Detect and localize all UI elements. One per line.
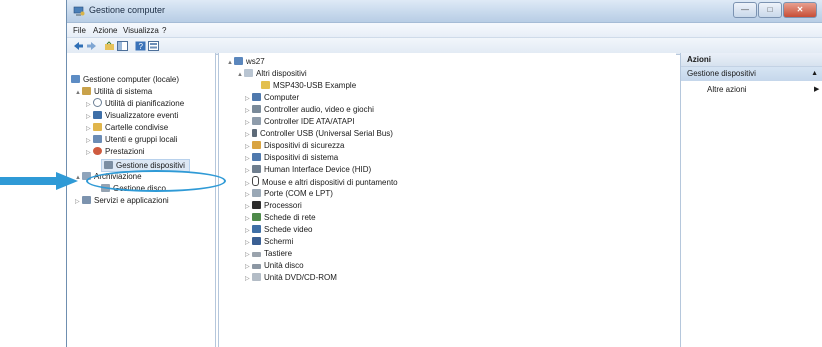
device-category-other[interactable]: ▲ Altri dispositivi bbox=[237, 68, 307, 79]
computer-icon bbox=[252, 93, 261, 101]
menu-file[interactable]: File bbox=[73, 26, 86, 35]
unknown-device-icon bbox=[244, 69, 253, 77]
menu-bar: File Azione Visualizza ? bbox=[67, 23, 822, 38]
menu-help[interactable]: ? bbox=[162, 26, 166, 35]
processor-icon bbox=[252, 201, 261, 209]
tree-item-system-tools[interactable]: ▲ Utilità di sistema bbox=[75, 86, 152, 97]
device-category-network[interactable]: ▷ Schede di rete bbox=[245, 212, 316, 223]
performance-icon bbox=[93, 147, 102, 155]
device-tree: ▲ ws27 ▲ Altri dispositivi MSP430-USB Exam… bbox=[218, 53, 676, 347]
close-button[interactable]: ✕ bbox=[783, 2, 817, 18]
collapse-arrow-icon[interactable]: ▲ bbox=[75, 88, 82, 99]
expand-arrow-icon[interactable]: ▷ bbox=[245, 274, 252, 285]
device-category-ports[interactable]: ▷ Porte (COM e LPT) bbox=[245, 188, 333, 199]
tree-item-services-applications[interactable]: ▷ Servizi e applicazioni bbox=[75, 195, 169, 206]
device-category-mouse[interactable]: ▷ Mouse e altri dispositivi di puntamento bbox=[245, 176, 398, 187]
port-icon bbox=[252, 189, 261, 197]
network-adapter-icon bbox=[252, 213, 261, 221]
device-category-keyboards[interactable]: ▷ Tastiere bbox=[245, 248, 292, 259]
help-icon[interactable]: ? bbox=[135, 41, 146, 51]
properties-icon[interactable] bbox=[148, 41, 159, 51]
svg-text:?: ? bbox=[139, 42, 144, 51]
highlight-ellipse bbox=[86, 170, 226, 192]
tree-item-performance[interactable]: ▷ Prestazioni bbox=[86, 146, 145, 157]
actions-section-device-manager[interactable]: Gestione dispositivi ▲ bbox=[681, 67, 822, 81]
up-folder-icon[interactable] bbox=[104, 41, 115, 51]
tree-item-task-scheduler[interactable]: ▷ Utilità di pianificazione bbox=[86, 98, 184, 109]
speaker-icon bbox=[252, 105, 261, 113]
dvd-drive-icon bbox=[252, 273, 261, 281]
tree-item-computer-management[interactable]: Gestione computer (locale) bbox=[71, 74, 179, 85]
device-category-system[interactable]: ▷ Dispositivi di sistema bbox=[245, 152, 338, 163]
device-category-computer[interactable]: ▷ Computer bbox=[245, 92, 299, 103]
device-category-hid[interactable]: ▷ Human Interface Device (HID) bbox=[245, 164, 371, 175]
window-title: Gestione computer bbox=[89, 5, 166, 15]
computer-management-icon bbox=[73, 6, 85, 16]
device-category-dvd[interactable]: ▷ Unità DVD/CD-ROM bbox=[245, 272, 337, 283]
device-category-ide[interactable]: ▷ Controller IDE ATA/ATAPI bbox=[245, 116, 355, 127]
warning-device-icon bbox=[261, 81, 270, 89]
collapse-arrow-icon[interactable]: ▲ bbox=[227, 58, 234, 69]
device-category-display-adapters[interactable]: ▷ Schede video bbox=[245, 224, 312, 235]
computer-management-icon bbox=[71, 75, 80, 83]
monitor-icon bbox=[252, 237, 261, 245]
forward-arrow-icon[interactable] bbox=[86, 41, 97, 51]
video-card-icon bbox=[252, 225, 261, 233]
menu-visualizza[interactable]: Visualizza bbox=[123, 26, 159, 35]
services-icon bbox=[82, 196, 91, 204]
show-hide-tree-icon[interactable] bbox=[117, 41, 128, 51]
system-device-icon bbox=[252, 153, 261, 161]
hid-icon bbox=[252, 165, 261, 173]
device-category-monitors[interactable]: ▷ Schermi bbox=[245, 236, 293, 247]
shared-folder-icon bbox=[93, 123, 102, 131]
device-category-processors[interactable]: ▷ Processori bbox=[245, 200, 302, 211]
device-root-ws27[interactable]: ▲ ws27 bbox=[227, 56, 265, 67]
clock-icon bbox=[93, 98, 102, 107]
device-category-disk-drives[interactable]: ▷ Unità disco bbox=[245, 260, 304, 271]
menu-azione[interactable]: Azione bbox=[93, 26, 117, 35]
actions-pane: Azioni Gestione dispositivi ▲ Altre azio… bbox=[680, 53, 822, 347]
computer-icon bbox=[234, 57, 243, 65]
device-manager-icon bbox=[104, 161, 113, 169]
device-category-usb[interactable]: ▷ Controller USB (Universal Serial Bus) bbox=[245, 128, 393, 139]
title-bar[interactable]: Gestione computer — □ ✕ bbox=[67, 0, 822, 23]
navigation-tree: Gestione computer (locale) ▲ Utilità di s… bbox=[67, 53, 216, 347]
device-msp430-usb[interactable]: MSP430-USB Example bbox=[261, 80, 356, 91]
actions-section-label: Gestione dispositivi bbox=[687, 69, 756, 78]
back-arrow-icon[interactable] bbox=[73, 41, 84, 51]
ide-controller-icon bbox=[252, 117, 261, 125]
more-actions-link[interactable]: Altre azioni bbox=[707, 85, 747, 94]
tree-item-event-viewer[interactable]: ▷ Visualizzatore eventi bbox=[86, 110, 178, 121]
users-icon bbox=[93, 135, 102, 143]
disk-drive-icon bbox=[252, 264, 261, 269]
expand-arrow-icon[interactable]: ▷ bbox=[86, 148, 93, 159]
actions-header: Azioni bbox=[681, 53, 822, 67]
key-icon bbox=[252, 141, 261, 149]
device-category-audio[interactable]: ▷ Controller audio, video e giochi bbox=[245, 104, 374, 115]
tree-item-local-users[interactable]: ▷ Utenti e gruppi locali bbox=[86, 134, 177, 145]
minimize-button[interactable]: — bbox=[733, 2, 757, 18]
tools-icon bbox=[82, 87, 91, 95]
expand-arrow-icon[interactable]: ▷ bbox=[75, 197, 82, 208]
mouse-icon bbox=[252, 176, 259, 186]
event-viewer-icon bbox=[93, 111, 102, 119]
pointer-arrow-icon bbox=[0, 172, 78, 190]
submenu-arrow-icon: ▶ bbox=[814, 86, 820, 93]
collapse-arrow-icon[interactable]: ▲ bbox=[237, 70, 244, 81]
tree-item-shared-folders[interactable]: ▷ Cartelle condivise bbox=[86, 122, 168, 133]
maximize-button[interactable]: □ bbox=[758, 2, 782, 18]
usb-icon bbox=[252, 129, 257, 137]
device-category-security[interactable]: ▷ Dispositivi di sicurezza bbox=[245, 140, 344, 151]
collapse-section-icon[interactable]: ▲ bbox=[811, 67, 818, 81]
keyboard-icon bbox=[252, 252, 261, 257]
